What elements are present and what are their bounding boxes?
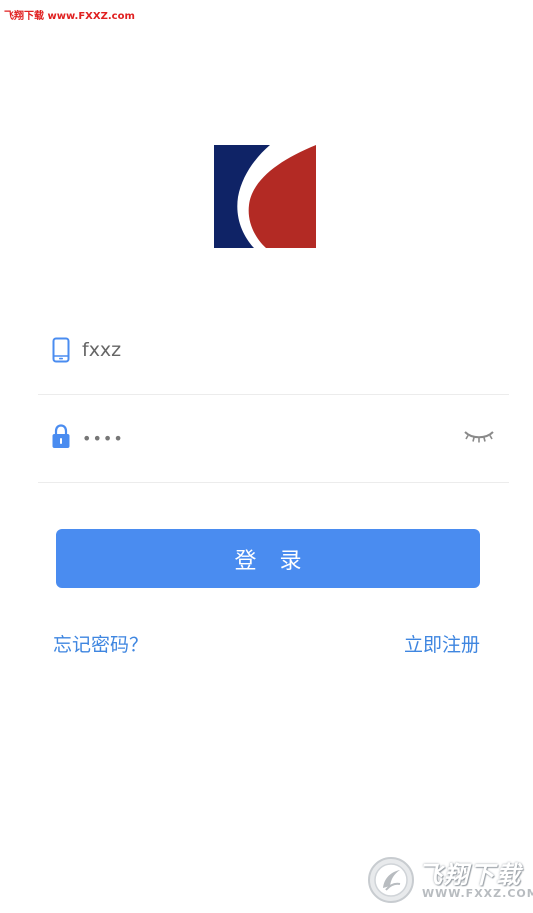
bottom-watermark: 飞翔下载 WWW.FXXZ.COM: [366, 853, 533, 909]
eye-closed-icon[interactable]: [463, 428, 495, 444]
login-button[interactable]: 登 录: [56, 529, 480, 588]
watermark-url: WWW.FXXZ.COM: [422, 887, 533, 900]
app-logo-icon: [214, 145, 316, 248]
register-link[interactable]: 立即注册: [404, 630, 480, 657]
username-row: [38, 306, 509, 395]
phone-icon: [52, 337, 70, 363]
username-input[interactable]: [82, 306, 452, 394]
fxxz-emblem-icon: [366, 855, 416, 905]
lock-icon: [52, 424, 70, 450]
top-watermark-text: 飞翔下载 www.FXXZ.com: [4, 11, 135, 22]
forgot-password-link[interactable]: 忘记密码？: [53, 630, 148, 657]
watermark-brand: 飞翔下载: [418, 861, 522, 889]
password-input[interactable]: [82, 394, 452, 482]
password-row: [38, 394, 509, 483]
app-logo: [214, 145, 316, 248]
